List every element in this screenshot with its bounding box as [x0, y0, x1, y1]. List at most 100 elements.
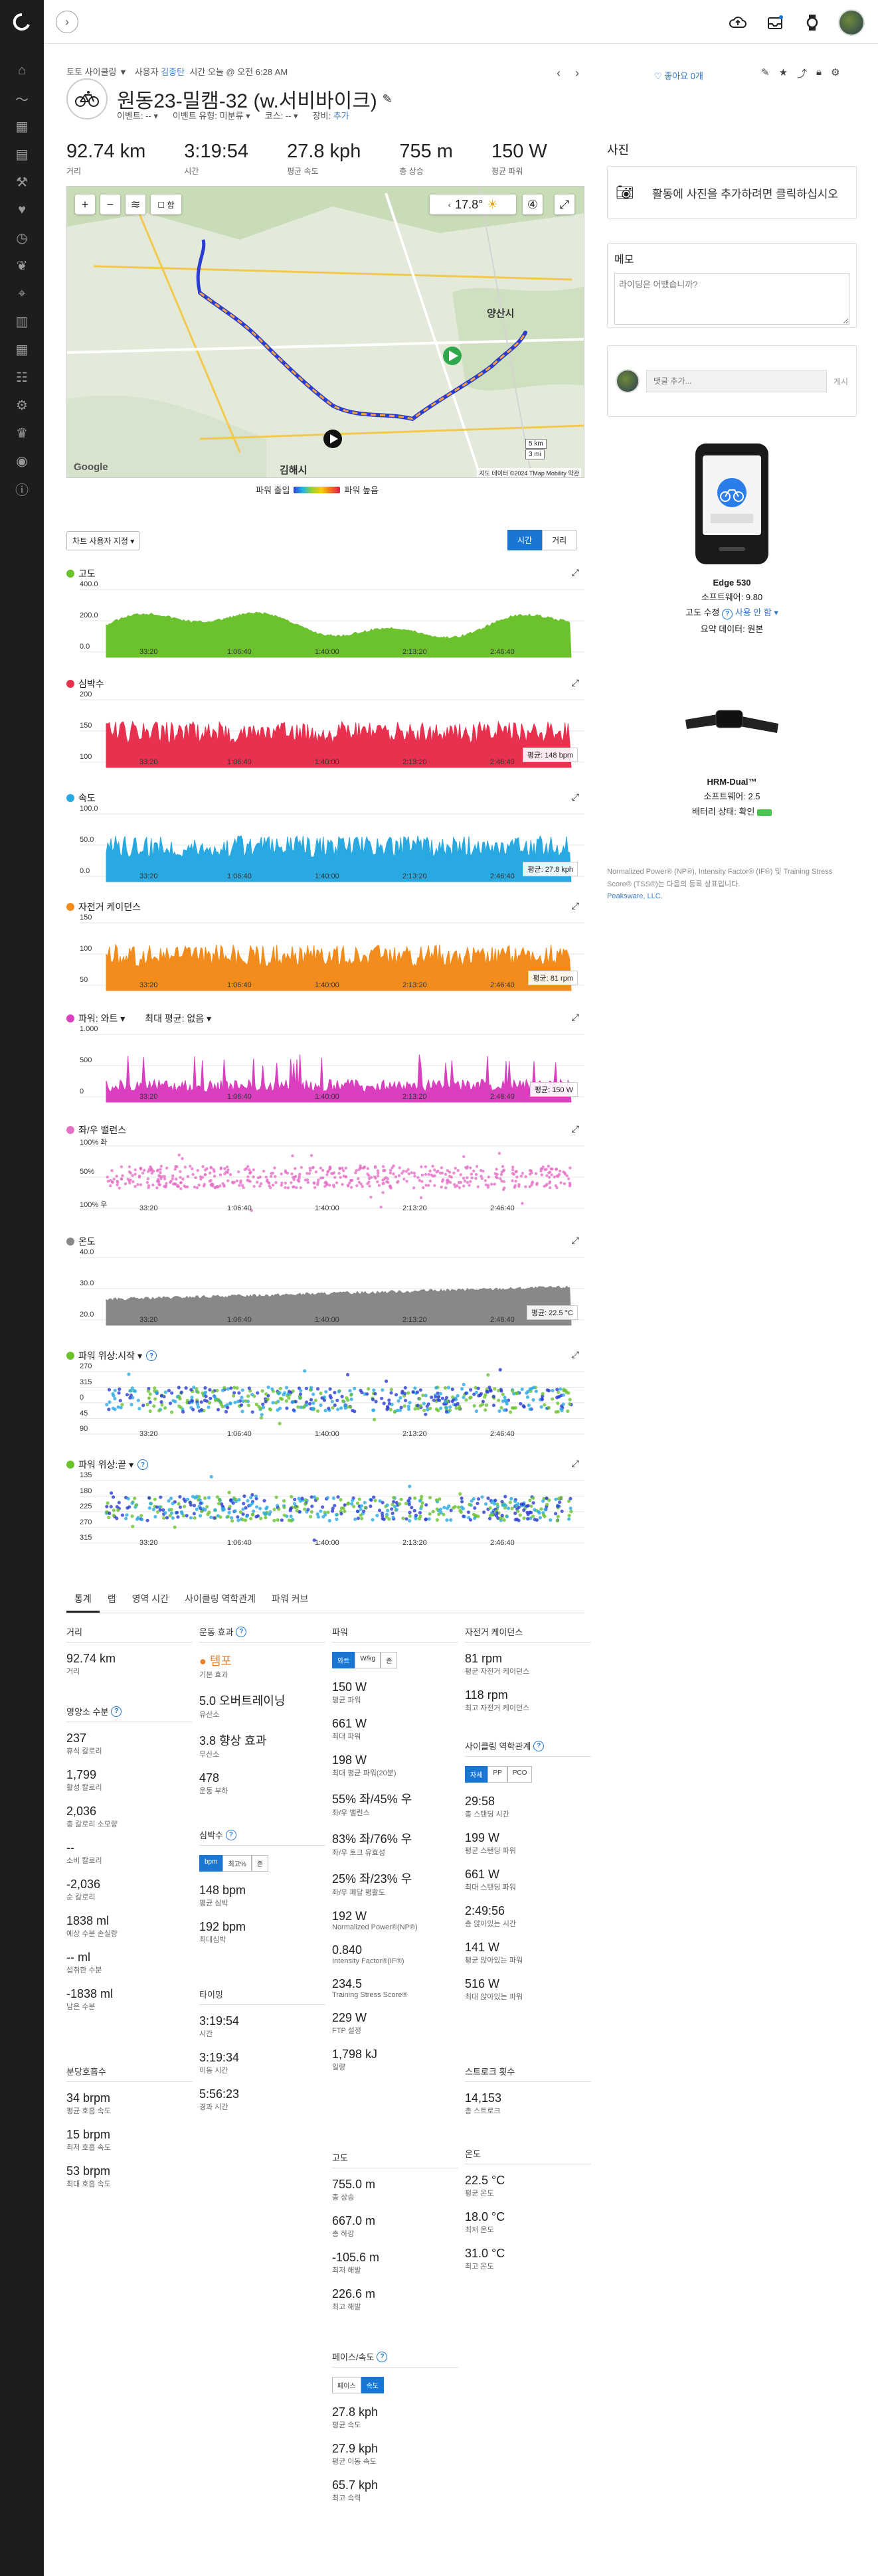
- chart-title[interactable]: 파워 위상:끝 ▾: [78, 1458, 133, 1471]
- add-photo-button[interactable]: 📷︎ 활동에 사진을 추가하려면 클릭하십시오: [607, 166, 857, 219]
- upload-icon[interactable]: [727, 11, 749, 34]
- peaksware-link[interactable]: Peaksware, LLC.: [607, 892, 663, 900]
- max-avg-dropdown[interactable]: 최대 평균: 없음 ▾: [145, 1012, 211, 1025]
- badge-icon[interactable]: ◉: [0, 447, 44, 474]
- share-icon[interactable]: ⤴: [797, 66, 807, 80]
- info-icon[interactable]: ⓘ: [0, 475, 44, 502]
- scatter-point: [327, 1184, 331, 1187]
- expand-chart-icon[interactable]: ⤢: [572, 1458, 579, 1469]
- zoom-out-button[interactable]: −: [100, 195, 120, 214]
- chart-icon[interactable]: ▥: [0, 308, 44, 335]
- activity-icon[interactable]: 〜: [0, 85, 44, 112]
- fullscreen-icon[interactable]: ⤢: [555, 195, 574, 214]
- chart-title[interactable]: 온도: [78, 1235, 96, 1248]
- home-icon[interactable]: ⌂: [0, 57, 44, 84]
- location-icon[interactable]: ⌖: [0, 280, 44, 307]
- expand-chart-icon[interactable]: ⤢: [572, 567, 579, 578]
- help-icon[interactable]: ?: [225, 1829, 236, 1840]
- grid-icon[interactable]: ▦: [0, 336, 44, 362]
- unit-toggle-option[interactable]: 자세: [465, 1766, 488, 1783]
- unit-toggle-option[interactable]: 존: [381, 1652, 398, 1668]
- tab-laps[interactable]: 랩: [100, 1587, 124, 1613]
- calendar-icon[interactable]: ▦: [0, 113, 44, 139]
- notes-panel: 메모: [607, 243, 857, 328]
- next-activity-button[interactable]: ›: [575, 66, 579, 80]
- help-icon[interactable]: ?: [722, 608, 733, 619]
- chart-title[interactable]: 파워 위상:시작 ▾: [78, 1349, 142, 1362]
- event-field[interactable]: 이벤트: -- ▾: [117, 109, 158, 121]
- unit-toggle-option[interactable]: bpm: [199, 1855, 223, 1872]
- prev-activity-button[interactable]: ‹: [557, 66, 561, 80]
- lock-icon[interactable]: 🔒︎: [816, 66, 822, 80]
- chart-title[interactable]: 파워: 와트 ▾: [78, 1012, 125, 1025]
- edit-pencil-icon[interactable]: ✎: [383, 92, 393, 106]
- course-field[interactable]: 코스: -- ▾: [265, 109, 298, 121]
- groups-icon[interactable]: ☷: [0, 364, 44, 390]
- time-toggle[interactable]: 시간: [507, 530, 543, 550]
- settings-icon[interactable]: ⚙: [0, 392, 44, 418]
- expand-chart-icon[interactable]: ⤢: [572, 791, 579, 803]
- expand-chart-icon[interactable]: ⤢: [572, 1123, 579, 1135]
- help-icon[interactable]: ?: [137, 1459, 149, 1470]
- unit-toggle-option[interactable]: PCO: [507, 1766, 533, 1783]
- help-icon[interactable]: ?: [377, 2351, 388, 2362]
- unit-toggle-option[interactable]: PP: [487, 1766, 507, 1783]
- chart-title[interactable]: 심박수: [78, 677, 104, 690]
- unit-toggle-option[interactable]: 페이스: [332, 2377, 361, 2393]
- watch-icon[interactable]: [801, 11, 824, 34]
- garmin-logo[interactable]: [0, 0, 44, 44]
- help-icon[interactable]: ?: [111, 1706, 122, 1717]
- expand-chart-icon[interactable]: ⤢: [572, 1012, 579, 1023]
- help-icon[interactable]: ?: [145, 1350, 157, 1361]
- gear-icon[interactable]: ⚙: [831, 66, 839, 80]
- like-button[interactable]: ♡ 좋아요 0개: [654, 69, 703, 82]
- unit-toggle-option[interactable]: 와트: [332, 1652, 355, 1668]
- post-comment-button[interactable]: 게시: [834, 376, 848, 387]
- elevation-correction-dropdown[interactable]: 사용 안 함 ▾: [735, 607, 778, 617]
- tab-power-curve[interactable]: 파워 커브: [264, 1587, 316, 1613]
- trophy-icon[interactable]: ♛: [0, 420, 44, 446]
- zoom-in-button[interactable]: +: [75, 195, 95, 214]
- tab-stats[interactable]: 통계: [66, 1587, 100, 1613]
- distance-toggle[interactable]: 거리: [542, 530, 577, 550]
- stopwatch-icon[interactable]: ◷: [0, 224, 44, 251]
- help-icon[interactable]: ?: [533, 1740, 545, 1751]
- user-avatar[interactable]: [838, 9, 865, 36]
- unit-toggle-option[interactable]: W/kg: [355, 1652, 381, 1668]
- expand-nav-button[interactable]: ›: [56, 11, 78, 33]
- gear-field[interactable]: 장비: 추가: [313, 109, 349, 121]
- customize-charts-dropdown[interactable]: 차트 사용자 지정 ▾: [66, 531, 141, 550]
- unit-toggle-option[interactable]: 속도: [361, 2377, 385, 2393]
- star-icon[interactable]: ★: [779, 66, 788, 80]
- layers-icon[interactable]: ≋: [126, 195, 145, 214]
- comment-input[interactable]: [646, 370, 827, 392]
- activity-type-dropdown[interactable]: 토토 사이클링 ▼: [66, 67, 128, 77]
- expand-chart-icon[interactable]: ⤢: [572, 900, 579, 912]
- expand-chart-icon[interactable]: ⤢: [572, 1349, 579, 1360]
- expand-chart-icon[interactable]: ⤢: [572, 1235, 579, 1246]
- map-toggle-button[interactable]: ☐ 합: [151, 195, 181, 214]
- chart-title[interactable]: 속도: [78, 791, 96, 805]
- heart-icon[interactable]: ♥: [0, 197, 44, 223]
- help-icon[interactable]: ?: [236, 1626, 247, 1637]
- expand-chart-icon[interactable]: ⤢: [572, 677, 579, 688]
- reports-icon[interactable]: ▤: [0, 141, 44, 167]
- chart-title[interactable]: 고도: [78, 567, 96, 580]
- dumbbell-icon[interactable]: ⚒: [0, 169, 44, 195]
- user-link[interactable]: 김종탄: [161, 67, 185, 77]
- unit-toggle-option[interactable]: 최고%: [222, 1855, 252, 1872]
- edit-icon[interactable]: ✎: [761, 66, 770, 80]
- scatter-point: [435, 1507, 439, 1511]
- tab-time-in-zone[interactable]: 영역 시간: [124, 1587, 177, 1613]
- series-dot: [66, 1352, 74, 1360]
- route-map[interactable]: + − ≋ ☐ 합 ‹ 17.8° ☀ ④ ⤢ 양산시 김해시 5 km 3 mi …: [66, 186, 584, 478]
- inbox-icon[interactable]: [764, 11, 786, 34]
- chart-title[interactable]: 좌/우 밸런스: [78, 1123, 126, 1137]
- chart-title[interactable]: 자전거 케이던스: [78, 900, 141, 914]
- leaf-icon[interactable]: ❦: [0, 252, 44, 279]
- scatter-point: [519, 1402, 523, 1406]
- unit-toggle-option[interactable]: 존: [251, 1855, 268, 1872]
- notes-input[interactable]: [614, 273, 849, 325]
- event-type-field[interactable]: 이벤트 유형: 미분류 ▾: [173, 109, 250, 121]
- tab-cycling-dynamics[interactable]: 사이클링 역학관계: [177, 1587, 264, 1613]
